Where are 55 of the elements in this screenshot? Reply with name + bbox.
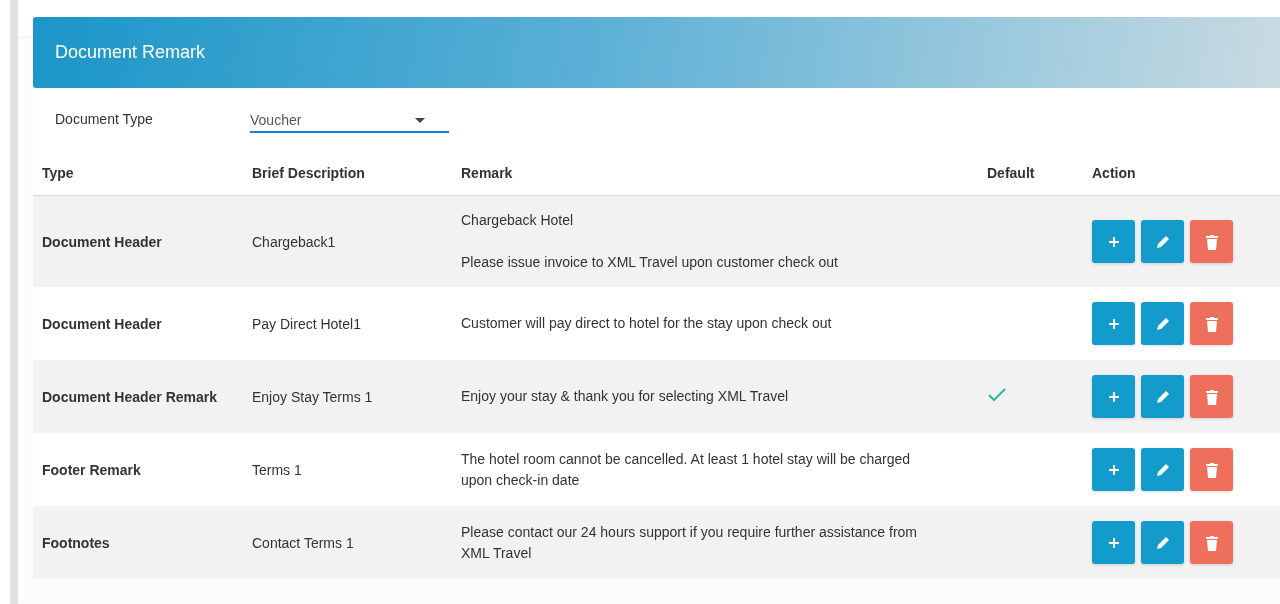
add-button[interactable]	[1092, 448, 1135, 491]
plus-icon	[1107, 463, 1120, 476]
trash-icon	[1204, 233, 1219, 250]
column-header: Type	[41, 164, 75, 181]
pencil-icon	[1154, 388, 1171, 405]
column-header: Remark	[460, 164, 514, 181]
panel-title: Document Remark	[55, 42, 206, 63]
document-type-dropdown[interactable]: Voucher	[250, 105, 449, 133]
remark-text: Customer will pay direct to hotel for the stay upon check out	[461, 314, 833, 333]
trash-icon	[1204, 461, 1219, 478]
delete-button[interactable]	[1190, 448, 1233, 491]
plus-icon	[1107, 536, 1120, 549]
add-button[interactable]	[1092, 302, 1135, 345]
plus-icon	[1107, 235, 1120, 248]
delete-button[interactable]	[1190, 302, 1233, 345]
trash-icon	[1204, 534, 1219, 551]
pencil-icon	[1154, 233, 1171, 250]
trash-icon	[1204, 388, 1219, 405]
table-cell: Document Header	[42, 315, 162, 332]
column-header: Default	[986, 164, 1036, 181]
plus-icon	[1107, 317, 1120, 330]
add-button[interactable]	[1092, 220, 1135, 263]
pencil-icon	[1154, 534, 1171, 551]
edit-button[interactable]	[1141, 220, 1184, 263]
table-cell: Pay Direct Hotel1	[252, 315, 361, 332]
remark-text: Enjoy your stay & thank you for selecting XML Travel	[461, 387, 790, 406]
column-header: Action	[1091, 164, 1137, 181]
remark-text: Please contact our 24 hours support if you require further assistance from XML Travel	[461, 522, 918, 563]
caret-icon	[415, 117, 425, 123]
table-cell: Document Header Remark	[42, 388, 218, 405]
edit-button[interactable]	[1141, 448, 1184, 491]
field-label: Document Type	[55, 111, 154, 127]
plus-icon	[1107, 390, 1120, 403]
column-header: Brief Description	[251, 164, 366, 181]
delete-button[interactable]	[1190, 521, 1233, 564]
remark-text: Chargeback Hotel	[461, 211, 575, 230]
delete-button[interactable]	[1190, 220, 1233, 263]
remark-text: The hotel room cannot be cancelled. At least 1 hotel stay will be charged upon check-in date	[461, 449, 912, 490]
table-cell: Footnotes	[42, 534, 110, 551]
table-cell: Footer Remark	[42, 461, 141, 478]
edit-button[interactable]	[1141, 375, 1184, 418]
edit-button[interactable]	[1141, 521, 1184, 564]
table-cell: Chargeback1	[252, 233, 336, 250]
pencil-icon	[1154, 461, 1171, 478]
table-cell: Document Header	[42, 233, 162, 250]
table-cell: Terms 1	[252, 461, 302, 478]
delete-button[interactable]	[1190, 375, 1233, 418]
add-button[interactable]	[1092, 521, 1135, 564]
table-cell: Contact Terms 1	[252, 534, 354, 551]
pencil-icon	[1154, 315, 1171, 332]
remark-text: Please issue invoice to XML Travel upon customer check out	[461, 253, 839, 272]
add-button[interactable]	[1092, 375, 1135, 418]
trash-icon	[1204, 315, 1219, 332]
table-cell: Enjoy Stay Terms 1	[252, 388, 373, 405]
edit-button[interactable]	[1141, 302, 1184, 345]
